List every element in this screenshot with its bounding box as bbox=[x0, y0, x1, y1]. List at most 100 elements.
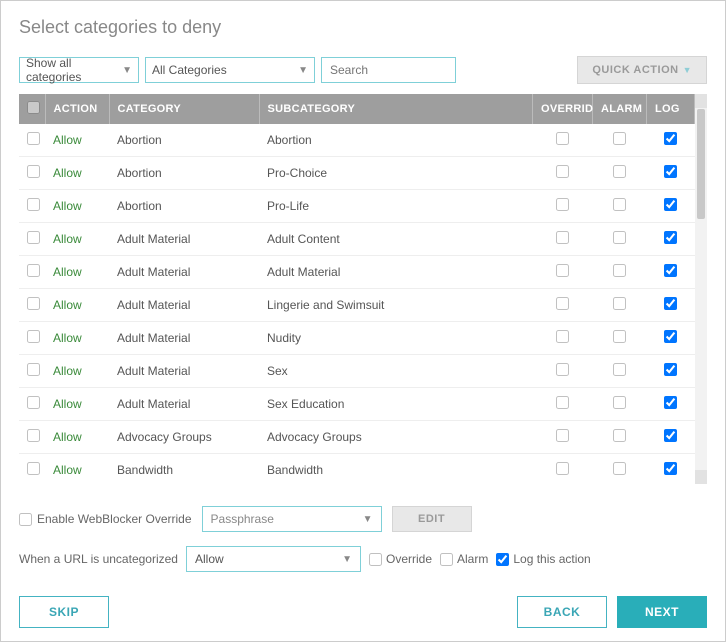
skip-button[interactable]: SKIP bbox=[19, 596, 109, 628]
row-log-checkbox[interactable] bbox=[664, 132, 677, 145]
scrollbar[interactable] bbox=[695, 94, 707, 484]
col-category: CATEGORY bbox=[109, 94, 259, 124]
chevron-down-icon: ▼ bbox=[683, 65, 692, 75]
row-log-checkbox[interactable] bbox=[664, 429, 677, 442]
row-subcategory: Bandwidth bbox=[259, 454, 533, 485]
uncat-override-checkbox[interactable] bbox=[369, 553, 382, 566]
row-log-checkbox[interactable] bbox=[664, 363, 677, 376]
row-alarm-checkbox[interactable] bbox=[613, 231, 626, 244]
row-action[interactable]: Allow bbox=[45, 388, 109, 421]
row-alarm-checkbox[interactable] bbox=[613, 297, 626, 310]
row-select-checkbox[interactable] bbox=[27, 132, 40, 145]
table-row: AllowAbortionPro-Life bbox=[19, 190, 695, 223]
row-alarm-checkbox[interactable] bbox=[613, 462, 626, 475]
row-override-checkbox[interactable] bbox=[556, 132, 569, 145]
row-action[interactable]: Allow bbox=[45, 256, 109, 289]
row-override-checkbox[interactable] bbox=[556, 264, 569, 277]
row-alarm-checkbox[interactable] bbox=[613, 330, 626, 343]
row-action[interactable]: Allow bbox=[45, 289, 109, 322]
chevron-down-icon: ▼ bbox=[363, 514, 373, 525]
row-category: Adult Material bbox=[109, 355, 259, 388]
select-all-header bbox=[19, 94, 45, 124]
row-override-checkbox[interactable] bbox=[556, 297, 569, 310]
page-title: Select categories to deny bbox=[19, 17, 707, 38]
scrollbar-thumb[interactable] bbox=[697, 109, 705, 219]
row-subcategory: Sex Education bbox=[259, 388, 533, 421]
back-button[interactable]: BACK bbox=[517, 596, 607, 628]
row-select-checkbox[interactable] bbox=[27, 396, 40, 409]
uncat-log-label[interactable]: Log this action bbox=[496, 552, 590, 566]
uncat-alarm-label[interactable]: Alarm bbox=[440, 552, 488, 566]
col-override: OVERRID bbox=[533, 94, 593, 124]
uncat-log-checkbox[interactable] bbox=[496, 553, 509, 566]
row-override-checkbox[interactable] bbox=[556, 396, 569, 409]
all-categories-select[interactable]: All Categories ▼ bbox=[145, 57, 315, 83]
row-action[interactable]: Allow bbox=[45, 124, 109, 157]
row-action[interactable]: Allow bbox=[45, 421, 109, 454]
row-alarm-checkbox[interactable] bbox=[613, 165, 626, 178]
row-log-checkbox[interactable] bbox=[664, 330, 677, 343]
row-alarm-checkbox[interactable] bbox=[613, 363, 626, 376]
table-row: AllowAbortionAbortion bbox=[19, 124, 695, 157]
row-log-checkbox[interactable] bbox=[664, 198, 677, 211]
row-log-checkbox[interactable] bbox=[664, 165, 677, 178]
row-alarm-checkbox[interactable] bbox=[613, 396, 626, 409]
enable-override-checkbox[interactable] bbox=[19, 513, 32, 526]
table-row: AllowAdult MaterialSex bbox=[19, 355, 695, 388]
quick-action-button[interactable]: QUICK ACTION ▼ bbox=[577, 56, 707, 84]
show-categories-select[interactable]: Show all categories ▼ bbox=[19, 57, 139, 83]
select-all-checkbox[interactable] bbox=[27, 101, 40, 114]
row-category: Bandwidth bbox=[109, 454, 259, 485]
row-override-checkbox[interactable] bbox=[556, 429, 569, 442]
row-alarm-checkbox[interactable] bbox=[613, 429, 626, 442]
uncat-alarm-checkbox[interactable] bbox=[440, 553, 453, 566]
row-action[interactable]: Allow bbox=[45, 157, 109, 190]
row-action[interactable]: Allow bbox=[45, 190, 109, 223]
table-scroll[interactable]: ACTION CATEGORY SUBCATEGORY OVERRID ALAR… bbox=[19, 94, 695, 484]
row-select-checkbox[interactable] bbox=[27, 330, 40, 343]
row-select-checkbox[interactable] bbox=[27, 198, 40, 211]
categories-table: ACTION CATEGORY SUBCATEGORY OVERRID ALAR… bbox=[19, 94, 695, 484]
edit-button[interactable]: EDIT bbox=[392, 506, 472, 532]
row-category: Adult Material bbox=[109, 256, 259, 289]
uncat-action-select[interactable]: Allow ▼ bbox=[186, 546, 361, 572]
row-alarm-checkbox[interactable] bbox=[613, 132, 626, 145]
label-text: Override bbox=[386, 552, 432, 566]
row-override-checkbox[interactable] bbox=[556, 231, 569, 244]
row-override-checkbox[interactable] bbox=[556, 198, 569, 211]
row-override-checkbox[interactable] bbox=[556, 462, 569, 475]
row-select-checkbox[interactable] bbox=[27, 297, 40, 310]
row-select-checkbox[interactable] bbox=[27, 363, 40, 376]
row-alarm-checkbox[interactable] bbox=[613, 264, 626, 277]
row-log-checkbox[interactable] bbox=[664, 231, 677, 244]
override-type-select[interactable]: Passphrase ▼ bbox=[202, 506, 382, 532]
row-select-checkbox[interactable] bbox=[27, 231, 40, 244]
col-action: ACTION bbox=[45, 94, 109, 124]
override-row: Enable WebBlocker Override Passphrase ▼ … bbox=[19, 506, 707, 532]
search-input[interactable] bbox=[321, 57, 456, 83]
row-action[interactable]: Allow bbox=[45, 454, 109, 485]
row-select-checkbox[interactable] bbox=[27, 165, 40, 178]
row-log-checkbox[interactable] bbox=[664, 396, 677, 409]
row-log-checkbox[interactable] bbox=[664, 462, 677, 475]
uncat-prefix: When a URL is uncategorized bbox=[19, 552, 178, 566]
row-select-checkbox[interactable] bbox=[27, 429, 40, 442]
row-action[interactable]: Allow bbox=[45, 322, 109, 355]
row-action[interactable]: Allow bbox=[45, 223, 109, 256]
next-button[interactable]: NEXT bbox=[617, 596, 707, 628]
uncategorized-row: When a URL is uncategorized Allow ▼ Over… bbox=[19, 546, 707, 572]
uncat-override-label[interactable]: Override bbox=[369, 552, 432, 566]
row-select-checkbox[interactable] bbox=[27, 462, 40, 475]
filter-bar: Show all categories ▼ All Categories ▼ Q… bbox=[19, 56, 707, 84]
row-override-checkbox[interactable] bbox=[556, 330, 569, 343]
row-override-checkbox[interactable] bbox=[556, 363, 569, 376]
row-log-checkbox[interactable] bbox=[664, 264, 677, 277]
row-action[interactable]: Allow bbox=[45, 355, 109, 388]
row-select-checkbox[interactable] bbox=[27, 264, 40, 277]
enable-override-label[interactable]: Enable WebBlocker Override bbox=[19, 512, 192, 526]
row-category: Adult Material bbox=[109, 322, 259, 355]
row-override-checkbox[interactable] bbox=[556, 165, 569, 178]
row-log-checkbox[interactable] bbox=[664, 297, 677, 310]
row-alarm-checkbox[interactable] bbox=[613, 198, 626, 211]
row-category: Adult Material bbox=[109, 388, 259, 421]
